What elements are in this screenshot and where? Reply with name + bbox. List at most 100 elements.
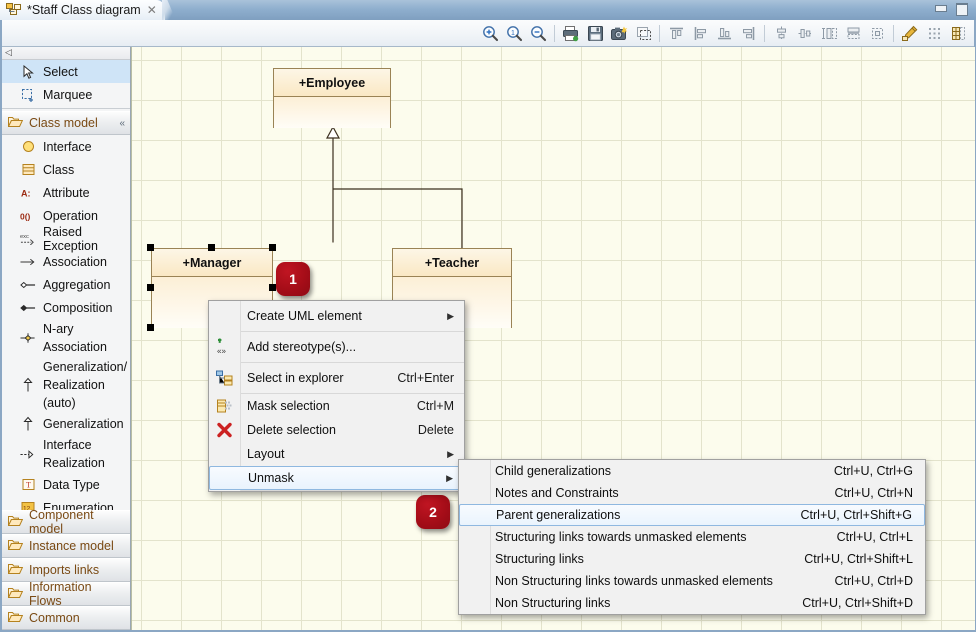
menu-item-select-in-explorer[interactable]: Select in explorer Ctrl+Enter — [209, 363, 464, 393]
palette-item-label: Generalization/ Realization (auto) — [43, 359, 128, 410]
uml-class-title: +Teacher — [393, 249, 511, 277]
resize-handle-ne[interactable] — [269, 244, 276, 251]
submenu-item-child-generalizations[interactable]: Child generalizations Ctrl+U, Ctrl+G — [459, 460, 925, 482]
folder-open-icon — [7, 514, 24, 530]
maximize-icon[interactable] — [955, 3, 968, 16]
resize-handle-w[interactable] — [147, 284, 154, 291]
distribute-tool-group — [770, 22, 888, 44]
close-icon[interactable]: ✕ — [147, 4, 157, 16]
menu-item-unmask[interactable]: Unmask ▶ — [209, 466, 464, 490]
uml-class-title: +Manager — [152, 249, 272, 277]
palette-item-label: Generalization — [43, 416, 124, 431]
submenu-item-label: Notes and Constraints — [495, 486, 619, 500]
align-tool-group — [665, 22, 759, 44]
collapse-chevron-icon[interactable]: « — [119, 118, 124, 129]
zoom-actual-icon[interactable]: 1 — [503, 22, 525, 44]
save-icon[interactable] — [584, 22, 606, 44]
toolbar-separator — [554, 24, 555, 42]
palette-item-raised-exception[interactable]: exc Raised Exception — [2, 225, 130, 253]
auto-size-icon[interactable] — [866, 22, 888, 44]
menu-item-add-stereotypes[interactable]: «» Add stereotype(s)... — [209, 332, 464, 362]
menu-item-delete-selection[interactable]: Delete selection Delete — [209, 418, 464, 442]
palette-tool-marquee[interactable]: Marquee — [2, 83, 130, 106]
mask-selection-icon — [216, 398, 233, 415]
palette-item-label: Class — [43, 162, 75, 177]
context-menu[interactable]: Create UML element ▶ «» Add stereotype(s… — [208, 300, 465, 492]
snap-grid-icon[interactable] — [923, 22, 945, 44]
svg-text:A:: A: — [21, 188, 31, 198]
pen-style-icon[interactable] — [899, 22, 921, 44]
submenu-item-structuring-links[interactable]: Structuring links Ctrl+U, Ctrl+Shift+L — [459, 548, 925, 570]
submenu-item-parent-generalizations[interactable]: Parent generalizations Ctrl+U, Ctrl+Shif… — [459, 504, 925, 526]
palette-category-component-model[interactable]: Component model — [2, 508, 130, 536]
palette-item-data-type[interactable]: T Data Type — [2, 473, 130, 496]
resize-handle-e[interactable] — [269, 284, 276, 291]
palette-item-interface[interactable]: Interface — [2, 135, 130, 158]
palette-item-association[interactable]: Association — [2, 250, 130, 273]
interface-realization-icon — [20, 446, 36, 462]
cursor-icon — [20, 64, 36, 80]
palette-header: ◁ — [2, 47, 130, 60]
menu-item-mask-selection[interactable]: Mask selection Ctrl+M — [209, 394, 464, 418]
print-icon[interactable] — [560, 22, 582, 44]
uml-class-employee[interactable]: +Employee — [273, 68, 391, 128]
uml-class-title: +Employee — [274, 69, 390, 97]
palette-item-generalization[interactable]: Generalization — [2, 412, 130, 435]
palette-category-imports-links[interactable]: Imports links — [2, 558, 130, 582]
palette-item-label: N-ary Association — [43, 322, 107, 354]
resize-handle-nw[interactable] — [147, 244, 154, 251]
folder-open-icon — [7, 562, 24, 578]
menu-item-layout[interactable]: Layout ▶ — [209, 442, 464, 466]
palette-category-instance-model[interactable]: Instance model — [2, 534, 130, 558]
zoom-tool-group: 1 — [479, 22, 549, 44]
show-grid-icon[interactable] — [947, 22, 969, 44]
same-height-icon[interactable] — [818, 22, 840, 44]
palette-item-class[interactable]: Class — [2, 158, 130, 181]
palette-item-interface-realization[interactable]: Interface Realization — [2, 435, 130, 473]
minimize-icon[interactable] — [934, 3, 947, 14]
center-horizontal-icon[interactable] — [794, 22, 816, 44]
same-width-icon[interactable] — [842, 22, 864, 44]
palette-item-generalization-realization-auto[interactable]: Generalization/ Realization (auto) — [2, 357, 130, 412]
editor-tab-staff-class-diagram[interactable]: *Staff Class diagram ✕ — [0, 0, 165, 20]
submenu-item-structuring-links-towards-unmasked-elements[interactable]: Structuring links towards unmasked eleme… — [459, 526, 925, 548]
submenu-item-notes-and-constraints[interactable]: Notes and Constraints Ctrl+U, Ctrl+N — [459, 482, 925, 504]
submenu-arrow-icon: ▶ — [447, 310, 454, 321]
palette-item-composition[interactable]: Composition — [2, 296, 130, 319]
submenu-item-accelerator: Ctrl+U, Ctrl+L — [836, 530, 913, 544]
palette-category-class-model[interactable]: Class model « — [2, 111, 130, 135]
submenu-arrow-icon: ▶ — [447, 448, 454, 459]
palette-item-label: Interface Realization — [43, 438, 105, 470]
zoom-in-icon[interactable] — [479, 22, 501, 44]
capture-image-icon[interactable] — [608, 22, 630, 44]
align-bottom-icon[interactable] — [713, 22, 735, 44]
zoom-out-icon[interactable] — [527, 22, 549, 44]
align-left-icon[interactable] — [689, 22, 711, 44]
palette-item-label: Association — [43, 254, 107, 269]
palette-tool-label: Select — [43, 64, 78, 79]
align-top-icon[interactable] — [665, 22, 687, 44]
submenu-item-non-structuring-links[interactable]: Non Structuring links Ctrl+U, Ctrl+Shift… — [459, 592, 925, 614]
submenu-item-non-structuring-links-towards-unmasked-elements[interactable]: Non Structuring links towards unmasked e… — [459, 570, 925, 592]
submenu-item-label: Structuring links towards unmasked eleme… — [495, 530, 747, 544]
palette-tool-select[interactable]: Select — [2, 60, 130, 83]
fit-selection-icon[interactable] — [632, 22, 654, 44]
palette-item-aggregation[interactable]: Aggregation — [2, 273, 130, 296]
palette-item-attribute[interactable]: A: Attribute — [2, 181, 130, 204]
diagram-toolbar: 1 — [2, 20, 974, 47]
palette-item-nary-association[interactable]: N-ary Association — [2, 319, 130, 357]
unmask-submenu[interactable]: Child generalizations Ctrl+U, Ctrl+G Not… — [458, 459, 926, 615]
resize-handle-n[interactable] — [208, 244, 215, 251]
palette-category-common[interactable]: Common — [2, 606, 130, 630]
center-vertical-icon[interactable] — [770, 22, 792, 44]
uml-class-body — [274, 97, 390, 128]
palette-divider — [2, 108, 130, 109]
menu-item-create-uml-element[interactable]: Create UML element ▶ — [209, 301, 464, 331]
palette-category-information-flows[interactable]: Information Flows — [2, 580, 130, 608]
palette-item-label: Operation — [43, 208, 98, 223]
class-box-icon — [20, 162, 36, 178]
resize-handle-sw[interactable] — [147, 324, 154, 331]
palette-collapse-icon[interactable]: ◁ — [5, 48, 12, 57]
menu-item-label: Delete selection — [247, 423, 336, 437]
align-right-icon[interactable] — [737, 22, 759, 44]
